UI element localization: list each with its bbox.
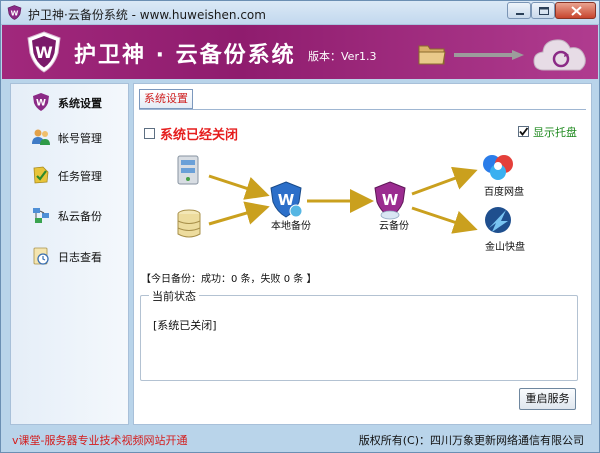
cloud-backup-label: 云备份 — [379, 221, 409, 232]
version-label: 版本：Ver1.3 — [308, 50, 377, 63]
sync-arrow-icon — [454, 50, 524, 60]
show-tray-label: 显示托盘 — [533, 126, 577, 139]
current-status-group: 当前状态 [系统已关闭] — [140, 288, 578, 381]
system-enabled-checkbox[interactable] — [144, 128, 155, 139]
arrow-cloud-to-kingsoft — [411, 206, 478, 234]
current-status-text: [系统已关闭] — [153, 319, 217, 332]
show-tray-checkbox[interactable] — [518, 126, 529, 137]
baidu-netdisk-icon — [483, 155, 513, 180]
sidebar-item-label: 日志查看 — [58, 251, 102, 264]
sidebar-item-system-settings[interactable]: W 系统设置 — [17, 89, 125, 115]
checkmark-icon — [519, 127, 529, 136]
maximize-button[interactable] — [531, 2, 555, 19]
copyright-text: 版权所有(C)：四川万象更新网络通信有限公司 — [358, 434, 584, 447]
logo-shield-icon: W — [27, 31, 61, 73]
sidebar-item-label: 帐号管理 — [58, 132, 102, 145]
baidu-label: 百度网盘 — [484, 187, 524, 198]
users-icon — [32, 129, 50, 145]
status-footer: v课堂-服务器专业技术视频网站开通 版权所有(C)：四川万象更新网络通信有限公司 — [2, 429, 598, 451]
arrow-db-to-local — [208, 201, 270, 226]
sidebar-item-private-cloud-backup[interactable]: 私云备份 — [17, 202, 125, 228]
database-icon — [177, 209, 201, 238]
local-backup-icon: W — [270, 181, 303, 218]
tab-system-settings[interactable]: 系统设置 — [139, 89, 193, 109]
kingsoft-label: 金山快盘 — [485, 242, 525, 253]
sidebar: W 系统设置 帐号管理 任务管理 私云备份 日志查看 — [10, 83, 129, 425]
kingsoft-kuaipan-icon — [485, 207, 511, 233]
log-icon — [33, 247, 49, 265]
arrow-cloud-to-baidu — [411, 166, 478, 196]
cloud-backup-icon: W — [374, 181, 406, 220]
arrow-server-to-local — [208, 174, 270, 200]
promo-link[interactable]: v课堂-服务器专业技术视频网站开通 — [12, 432, 187, 448]
window-title: 护卫神·云备份系统 - www.huweishen.com — [28, 8, 266, 22]
cloud-sync-icon — [533, 39, 586, 71]
header-banner: W 护卫神 · 云备份系统 版本：Ver1.3 — [2, 25, 598, 79]
sidebar-item-log-view[interactable]: 日志查看 — [17, 243, 125, 269]
current-status-title: 当前状态 — [149, 288, 199, 304]
today-backup-summary: 【今日备份：成功：0 条，失败 0 条 】 — [141, 274, 317, 285]
app-shield-icon: W — [7, 5, 22, 20]
tasks-icon — [33, 166, 49, 184]
restart-service-button[interactable]: 重启服务 — [519, 388, 576, 410]
svg-text:W: W — [11, 10, 19, 18]
system-status-label: 系统已经关闭 — [160, 128, 239, 143]
svg-text:W: W — [36, 99, 46, 109]
private-cloud-icon — [33, 208, 49, 223]
title-bar[interactable]: W 护卫神·云备份系统 - www.huweishen.com — [1, 1, 599, 25]
settings-panel: 系统设置 系统已经关闭 显示托盘 W W 本地备份 云备份 百度网盘 金山快盘 … — [133, 83, 592, 425]
sidebar-item-label: 私云备份 — [58, 210, 102, 223]
app-window: W 护卫神·云备份系统 - www.huweishen.com W 护卫神 · … — [0, 0, 600, 453]
sidebar-item-label: 系统设置 — [58, 97, 102, 110]
maximize-icon — [539, 7, 549, 15]
svg-text:W: W — [382, 191, 399, 209]
brand-title: 护卫神 · 云备份系统 — [74, 43, 296, 68]
sidebar-item-label: 任务管理 — [58, 170, 102, 183]
minimize-button[interactable] — [507, 2, 531, 19]
server-icon — [177, 155, 199, 185]
sidebar-item-account-management[interactable]: 帐号管理 — [17, 124, 125, 150]
shield-settings-icon: W — [33, 93, 49, 111]
tab-divider — [139, 109, 586, 110]
local-backup-label: 本地备份 — [271, 221, 311, 232]
sidebar-item-task-management[interactable]: 任务管理 — [17, 162, 125, 188]
minimize-icon — [516, 13, 524, 15]
svg-text:W: W — [35, 43, 53, 62]
close-icon — [571, 6, 582, 16]
close-button[interactable] — [555, 2, 596, 19]
folder-icon — [418, 45, 446, 65]
